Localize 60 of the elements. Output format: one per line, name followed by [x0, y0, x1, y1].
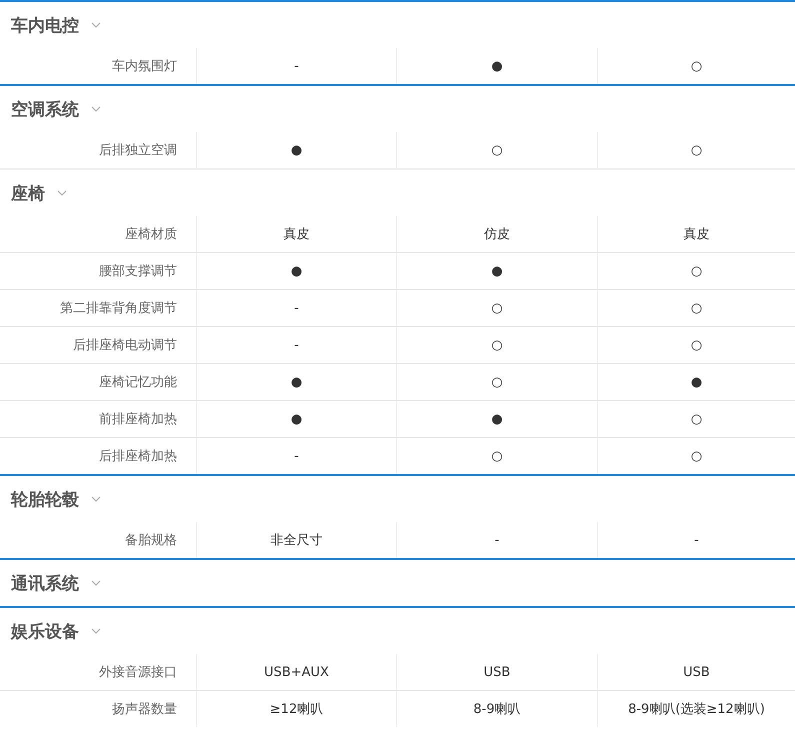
- table-cell: ○: [597, 48, 795, 84]
- row-label: 座椅材质: [124, 226, 178, 244]
- row-label: 后排独立空调: [98, 142, 178, 160]
- row-label: 车内氛围灯: [111, 58, 178, 76]
- table-cell: ○: [597, 132, 795, 168]
- table-cell: ≥12喇叭: [196, 691, 396, 727]
- chevron-down-icon[interactable]: [91, 106, 101, 112]
- table-cell: -: [597, 522, 795, 558]
- table-cell: USB: [396, 654, 597, 690]
- table-cell: 真皮: [196, 216, 396, 252]
- table-cell: ●: [396, 48, 597, 84]
- table-cell: ●: [196, 132, 396, 168]
- table-cell: 8-9喇叭: [396, 691, 597, 727]
- table-cell: ●: [196, 401, 396, 437]
- row-label: 扬声器数量: [111, 701, 178, 719]
- section-title: 轮胎轮毂: [11, 488, 79, 510]
- table-cell: ○: [396, 364, 597, 400]
- table-cell: USB+AUX: [196, 654, 396, 690]
- table-cell: 真皮: [597, 216, 795, 252]
- row-label: 前排座椅加热: [98, 411, 178, 429]
- section-title: 空调系统: [11, 98, 79, 120]
- row-label: 腰部支撑调节: [98, 263, 178, 281]
- table-cell: 非全尺寸: [196, 522, 396, 558]
- section-title: 车内电控: [11, 14, 79, 36]
- table-cell: -: [396, 522, 597, 558]
- table-cell: ●: [597, 364, 795, 400]
- row-label: 后排座椅电动调节: [72, 337, 178, 355]
- table-cell: ●: [396, 253, 597, 289]
- row-label: 备胎规格: [124, 532, 178, 550]
- chevron-down-icon[interactable]: [57, 190, 67, 196]
- section-title: 座椅: [11, 182, 45, 204]
- row-label: 第二排靠背角度调节: [59, 300, 178, 318]
- chevron-down-icon[interactable]: [91, 580, 101, 586]
- table-cell: ○: [597, 253, 795, 289]
- table-cell: -: [196, 48, 396, 84]
- table-cell: -: [196, 290, 396, 326]
- table-cell: ○: [396, 290, 597, 326]
- table-cell: 8-9喇叭(选装≥12喇叭): [597, 691, 795, 727]
- table-cell: -: [196, 327, 396, 363]
- section-title: 娱乐设备: [11, 620, 79, 642]
- row-label: 外接音源接口: [98, 664, 178, 682]
- table-cell: ○: [597, 401, 795, 437]
- table-cell: ○: [597, 327, 795, 363]
- table-cell: ○: [597, 438, 795, 474]
- table-cell: ○: [396, 132, 597, 168]
- table-cell: ○: [396, 438, 597, 474]
- table-cell: ●: [396, 401, 597, 437]
- table-cell: USB: [597, 654, 795, 690]
- table-cell: ●: [196, 364, 396, 400]
- table-cell: ○: [597, 290, 795, 326]
- chevron-down-icon[interactable]: [91, 628, 101, 634]
- chevron-down-icon[interactable]: [91, 496, 101, 502]
- table-cell: ●: [196, 253, 396, 289]
- section-title: 通讯系统: [11, 572, 79, 594]
- row-label: 座椅记忆功能: [98, 374, 178, 392]
- chevron-down-icon[interactable]: [91, 22, 101, 28]
- table-cell: -: [196, 438, 396, 474]
- table-cell: 仿皮: [396, 216, 597, 252]
- table-cell: ○: [396, 327, 597, 363]
- row-label: 后排座椅加热: [98, 448, 178, 466]
